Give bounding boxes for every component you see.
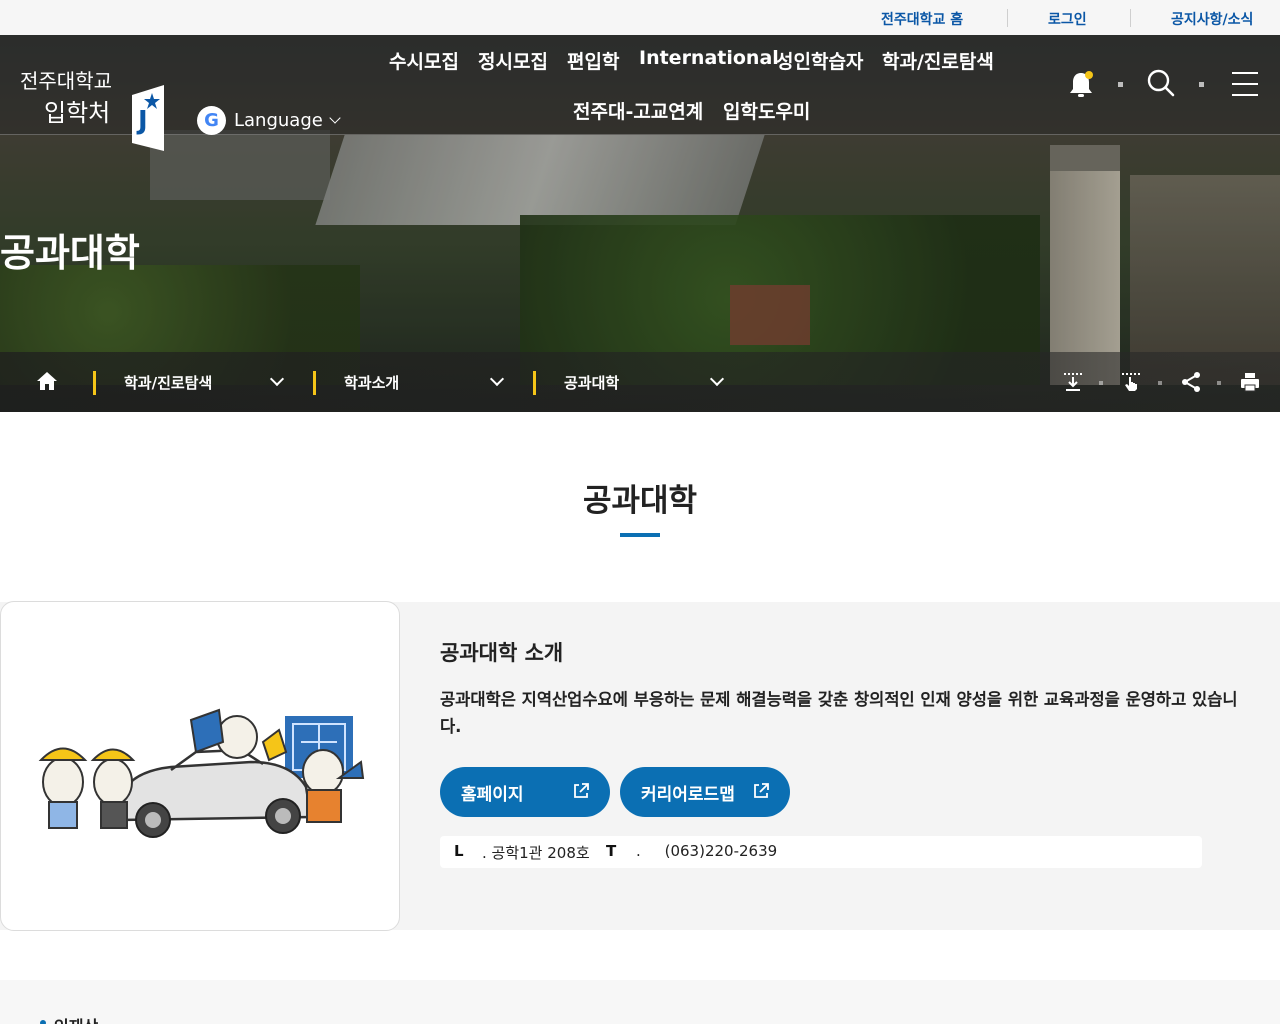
login-link[interactable]: 로그인: [1048, 9, 1087, 29]
breadcrumb-separator: [533, 371, 536, 395]
homepage-button-label: 홈페이지: [461, 784, 524, 805]
bullet-dot: [40, 1020, 46, 1024]
nav-adult-learner[interactable]: 성인학습자: [776, 47, 863, 74]
hero-title: 공과대학: [0, 231, 140, 275]
talent-section: [0, 980, 1280, 1024]
home-icon[interactable]: [36, 370, 58, 392]
title-underline: [620, 533, 660, 537]
mascot-car-illustration: [38, 708, 365, 838]
download-icon[interactable]: [1062, 371, 1084, 393]
breadcrumb-level2[interactable]: 학과소개: [344, 372, 399, 393]
separator-dot: [1118, 82, 1123, 87]
language-label: Language: [234, 109, 323, 131]
breadcrumb: 학과/진로탐색 학과소개 공과대학: [0, 352, 1280, 412]
university-logo-icon[interactable]: J: [128, 85, 166, 153]
tel-value: . (063)220-2639: [636, 842, 778, 860]
divider: [1007, 9, 1008, 27]
nav-early-admission[interactable]: 수시모집: [389, 47, 459, 74]
separator-dot: [1099, 381, 1103, 385]
career-roadmap-button-label: 커리어로드맵: [641, 784, 735, 805]
external-link-icon: [574, 783, 589, 798]
menu-icon[interactable]: [1232, 72, 1258, 96]
separator-dot: [1158, 381, 1162, 385]
homepage-button[interactable]: 홈페이지: [440, 767, 610, 817]
contact-info: L . 공학1관 208호 T . (063)220-2639: [440, 836, 1202, 868]
divider: [1130, 9, 1131, 27]
breadcrumb-level1[interactable]: 학과/진로탐색: [124, 372, 212, 393]
chevron-down-icon: [329, 112, 341, 124]
logo-text-university[interactable]: 전주대학교: [20, 65, 112, 94]
talent-section-label: 인재상: [54, 1013, 98, 1024]
nav-transfer[interactable]: 편입학: [567, 47, 619, 74]
separator-dot: [1199, 82, 1204, 87]
nav-admission-helper[interactable]: 입학도우미: [723, 97, 810, 124]
page-title: 공과대학: [582, 483, 698, 519]
utility-bar: 전주대학교 홈 로그인 공지사항/소식: [0, 0, 1280, 35]
intro-description: 공과대학은 지역산업수요에 부응하는 문제 해결능력을 갖춘 창의적인 인재 양…: [440, 690, 1238, 736]
touch-icon[interactable]: [1120, 371, 1142, 393]
nav-regular-admission[interactable]: 정시모집: [478, 47, 548, 74]
chevron-down-icon[interactable]: [709, 371, 725, 387]
logo-text-admissions[interactable]: 입학처: [44, 93, 110, 128]
search-icon[interactable]: [1147, 69, 1175, 97]
career-roadmap-button[interactable]: 커리어로드맵: [620, 767, 790, 817]
breadcrumb-separator: [313, 371, 316, 395]
svg-text:J: J: [136, 106, 148, 136]
nav-international[interactable]: International: [639, 47, 779, 69]
college-illustration: [0, 601, 400, 931]
tel-key: T: [606, 842, 617, 860]
external-link-icon: [754, 783, 769, 798]
university-home-link[interactable]: 전주대학교 홈: [881, 9, 963, 29]
location-key: L: [454, 842, 464, 860]
google-icon: G: [197, 105, 226, 135]
language-selector[interactable]: G Language: [197, 105, 341, 135]
print-icon[interactable]: [1239, 371, 1261, 393]
breadcrumb-separator: [93, 371, 96, 395]
chevron-down-icon[interactable]: [269, 371, 285, 387]
intro-heading: 공과대학 소개: [440, 641, 564, 665]
nav-highschool-link[interactable]: 전주대-고교연계: [573, 97, 703, 124]
breadcrumb-level3[interactable]: 공과대학: [564, 372, 619, 393]
nav-department-career[interactable]: 학과/진로탐색: [882, 47, 994, 74]
location-value: . 공학1관 208호: [482, 844, 590, 862]
share-icon[interactable]: [1180, 371, 1202, 393]
notice-link[interactable]: 공지사항/소식: [1171, 9, 1253, 29]
chevron-down-icon[interactable]: [489, 371, 505, 387]
separator-dot: [1217, 381, 1221, 385]
bell-icon[interactable]: [1068, 70, 1094, 98]
site-header: 전주대학교 입학처 J G Language 수시모집 정시모집 편입학 Int…: [0, 35, 1280, 151]
